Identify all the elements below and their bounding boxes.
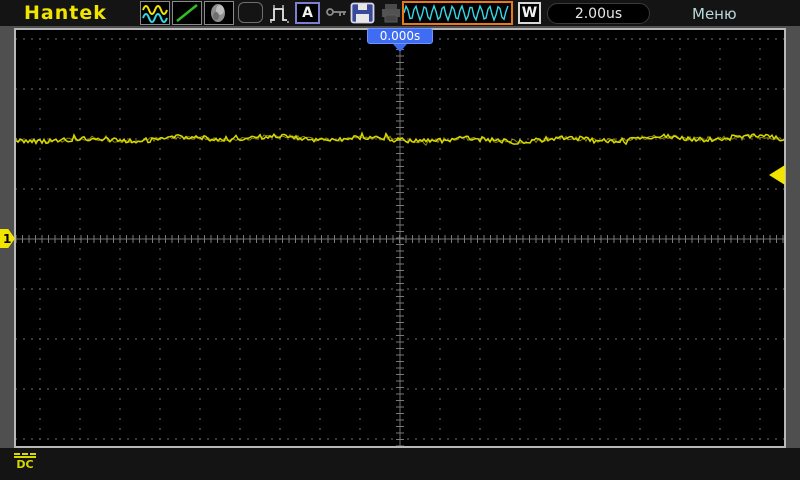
- graticule-and-trace: [16, 30, 784, 446]
- timebase-value: 2.00us: [575, 6, 622, 22]
- auto-trigger-icon[interactable]: A: [295, 2, 320, 24]
- preview-wave-icon: [404, 3, 511, 23]
- status-bar: DC 20 2.00V CH1 2.56V 0.00000Hz: [0, 448, 800, 480]
- key-glyph: [325, 4, 349, 20]
- save-icon[interactable]: [350, 2, 376, 24]
- measure-line-icon[interactable]: [172, 1, 202, 25]
- coupling-label: DC: [16, 458, 33, 471]
- trigger-level-marker-icon[interactable]: [769, 165, 785, 185]
- waveform-display: [14, 28, 786, 448]
- trigger-position-value: 0.000s: [380, 29, 421, 43]
- green-line-icon: [173, 2, 201, 24]
- hand-icon[interactable]: [204, 1, 234, 25]
- trigger-pulse-icon[interactable]: [268, 2, 293, 24]
- channels-waveform-icon[interactable]: [140, 1, 170, 25]
- dual-waveform-icon: [141, 2, 169, 24]
- coupling-icon[interactable]: DC: [14, 453, 36, 470]
- oscilloscope-screen: Hantek A: [0, 0, 800, 480]
- empty-status-slot: [238, 2, 263, 23]
- window-preview[interactable]: [402, 1, 513, 25]
- window-mode-icon[interactable]: W: [518, 2, 541, 24]
- menu-button[interactable]: Меню: [692, 5, 762, 23]
- top-toolbar: Hantek A: [0, 0, 800, 26]
- print-icon[interactable]: [380, 2, 402, 24]
- floppy-glyph: [350, 2, 376, 24]
- printer-glyph: [380, 2, 402, 24]
- brand-logo: Hantek: [24, 2, 107, 24]
- channel1-ground-label: 1: [3, 232, 11, 246]
- timebase-readout: 2.00us: [547, 3, 650, 24]
- auto-trigger-label: A: [302, 5, 313, 21]
- graticule-frame: [0, 26, 800, 448]
- hand-glyph: [205, 2, 233, 24]
- coupling-dashed-line: [14, 453, 36, 455]
- window-mode-label: W: [522, 5, 537, 21]
- pulse-glyph: [268, 2, 293, 24]
- key-lock-icon[interactable]: [325, 4, 349, 20]
- trigger-position-pointer-icon: [393, 44, 407, 52]
- trigger-position-tag[interactable]: 0.000s: [367, 28, 433, 44]
